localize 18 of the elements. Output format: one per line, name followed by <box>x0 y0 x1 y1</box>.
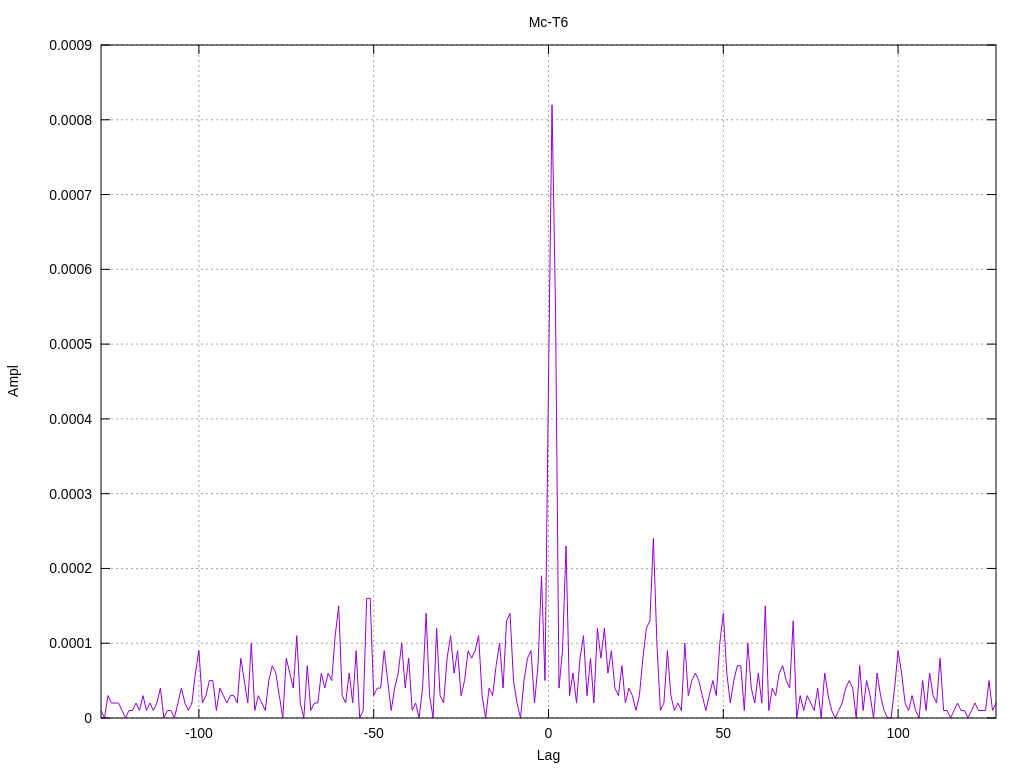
x-tick-label: -50 <box>363 725 384 741</box>
y-tick-label: 0.0003 <box>49 485 92 502</box>
y-tick-label: 0.0009 <box>49 37 92 53</box>
y-tick-label: 0.0001 <box>49 635 92 652</box>
y-tick-label: 0.0007 <box>49 186 92 203</box>
x-tick-label: 50 <box>715 725 732 741</box>
y-tick-label: 0.0005 <box>49 336 92 353</box>
x-tick-label: 0 <box>544 725 553 741</box>
y-tick-label: 0.0008 <box>49 111 92 128</box>
y-tick-label: 0.0006 <box>49 261 92 278</box>
y-tick-label: 0.0004 <box>49 410 92 427</box>
y-tick-label: 0 <box>84 710 92 726</box>
chart-title: Mc-T6 <box>528 14 569 30</box>
x-tick-label: -100 <box>184 725 213 741</box>
y-tick-label: 0.0002 <box>49 560 92 577</box>
y-axis-label: Ampl <box>5 365 21 397</box>
x-tick-label: 100 <box>886 725 910 741</box>
x-axis-label: Lag <box>536 747 561 763</box>
